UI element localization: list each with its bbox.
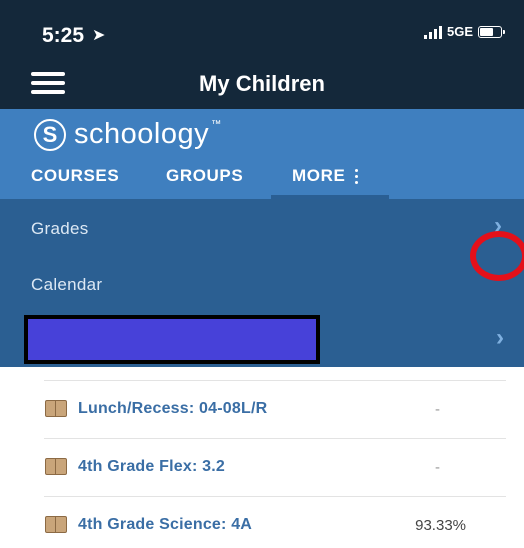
course-name[interactable]: 4th Grade Science: 4A [78,516,252,534]
nav-bar: My Children [0,58,524,109]
schoology-logo-icon: S [34,118,66,151]
book-icon [45,516,67,533]
status-bar: 5:25 ➤ 5GE [0,0,524,58]
tab-more[interactable]: MORE [292,166,359,186]
brand-name: schoology [74,118,210,150]
page-title: My Children [199,71,325,96]
chevron-right-icon[interactable]: › [496,324,504,352]
trademark-mark: ™ [211,119,222,130]
course-name[interactable]: Lunch/Recess: 04-08L/R [78,400,267,418]
menu-item-calendar[interactable]: Calendar [31,275,102,295]
highlight-annotation [470,231,524,281]
book-icon [45,400,67,417]
signal-icon [423,25,442,39]
location-arrow-icon: ➤ [92,27,106,44]
course-list: Lunch/Recess: 04-08L/R - 4th Grade Flex:… [44,380,506,548]
course-grade: 93.33% [415,517,466,534]
course-grade: - [435,401,440,418]
battery-icon [478,25,505,38]
course-name[interactable]: 4th Grade Flex: 3.2 [78,458,225,476]
tab-more-label: MORE [292,166,346,185]
tab-courses[interactable]: COURSES [31,166,119,186]
kebab-menu-icon [355,168,359,184]
course-row[interactable]: 4th Grade Flex: 3.2 - [44,439,506,496]
course-row[interactable]: Lunch/Recess: 04-08L/R - [44,381,506,438]
brand-bar: S schoology ™ COURSES GROUPS MORE [0,109,524,199]
status-time: 5:25 [42,24,85,47]
schoology-logo: S schoology ™ [34,118,221,151]
menu-item-grades[interactable]: Grades [31,219,89,239]
tab-groups[interactable]: GROUPS [166,166,243,186]
course-grade: - [435,459,440,476]
status-indicators: 5GE [423,24,505,39]
network-label: 5GE [446,24,473,39]
redacted-item [24,315,320,364]
book-icon [45,458,67,475]
tab-bar: COURSES GROUPS MORE [0,161,524,199]
course-row[interactable]: 4th Grade Science: 4A 93.33% [44,497,506,548]
